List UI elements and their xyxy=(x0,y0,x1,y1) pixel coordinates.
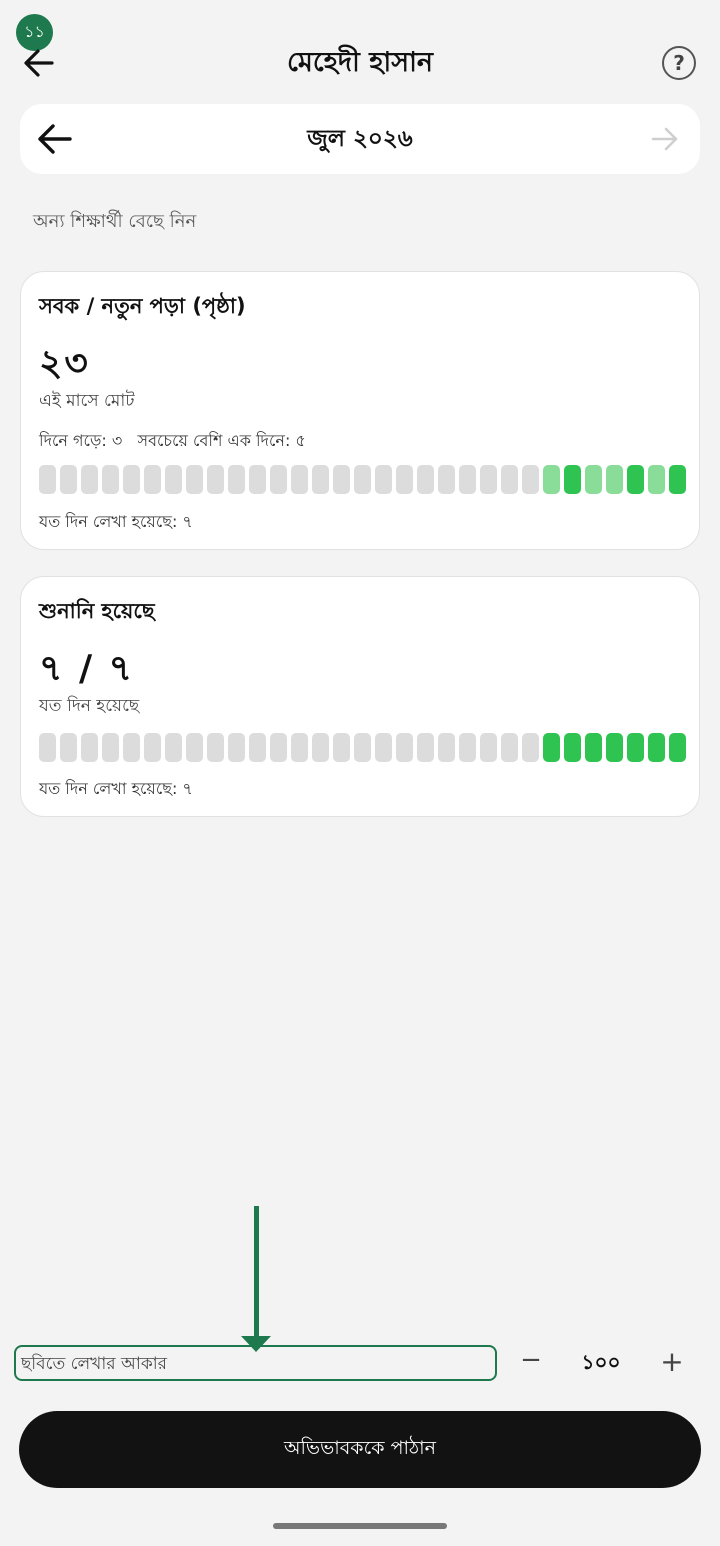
day-bar xyxy=(564,733,581,762)
day-bar xyxy=(522,733,539,762)
day-bar xyxy=(165,465,182,494)
day-bar xyxy=(375,733,392,762)
pointer-arrow xyxy=(254,1206,259,1340)
day-bar xyxy=(312,733,329,762)
day-bar xyxy=(606,733,623,762)
choose-student-link[interactable]: অন্য শিক্ষার্থী বেছে নিন xyxy=(33,207,196,238)
day-bar xyxy=(60,733,77,762)
day-bar xyxy=(144,733,161,762)
day-bar xyxy=(669,465,686,494)
send-to-guardian-button[interactable]: অভিভাবককে পাঠান xyxy=(19,1411,701,1488)
day-bar xyxy=(564,465,581,494)
month-label: জুল ২০২৬ xyxy=(307,126,413,152)
day-bar xyxy=(501,733,518,762)
day-bar xyxy=(333,465,350,494)
day-bar xyxy=(543,465,560,494)
day-bar xyxy=(417,465,434,494)
day-bar xyxy=(60,465,77,494)
day-bar xyxy=(459,733,476,762)
day-bar xyxy=(249,733,266,762)
day-bar xyxy=(396,733,413,762)
day-bar xyxy=(39,465,56,494)
day-bars xyxy=(39,733,686,762)
card-title: সবক / নতুন পড়া (পৃষ্ঠা) xyxy=(39,294,246,318)
total-caption: এই মাসে মোট xyxy=(39,391,135,411)
day-bar xyxy=(606,465,623,494)
day-bar xyxy=(207,733,224,762)
day-bar xyxy=(354,465,371,494)
day-bar xyxy=(228,733,245,762)
day-bar xyxy=(627,465,644,494)
day-bar xyxy=(291,465,308,494)
day-bar xyxy=(501,465,518,494)
total-caption: যত দিন হয়েছে xyxy=(39,696,140,716)
day-bar xyxy=(543,733,560,762)
day-bar xyxy=(480,733,497,762)
day-bar xyxy=(144,465,161,494)
day-bar xyxy=(333,733,350,762)
day-bar xyxy=(438,465,455,494)
day-bar xyxy=(81,465,98,494)
day-bar xyxy=(228,465,245,494)
home-indicator xyxy=(273,1523,447,1529)
day-bar xyxy=(291,733,308,762)
day-bar xyxy=(585,733,602,762)
card-title: শুনানি হয়েছে xyxy=(39,599,155,623)
days-written: যত দিন লেখা হয়েছে: ৭ xyxy=(39,512,193,531)
day-bar xyxy=(522,465,539,494)
day-bar xyxy=(207,465,224,494)
text-size-label: ছবিতে লেখার আকার xyxy=(14,1345,497,1381)
sabak-card: সবক / নতুন পড়া (পৃষ্ঠা) ২৩ এই মাসে মোট … xyxy=(20,271,700,550)
day-bar xyxy=(480,465,497,494)
day-bar xyxy=(81,733,98,762)
day-bar xyxy=(375,465,392,494)
day-bar xyxy=(102,733,119,762)
day-bar xyxy=(123,465,140,494)
day-bar xyxy=(459,465,476,494)
day-bar xyxy=(585,465,602,494)
text-size-value: ১০০ xyxy=(581,1350,621,1374)
day-bar xyxy=(417,733,434,762)
day-bar xyxy=(396,465,413,494)
next-month-button[interactable] xyxy=(650,124,680,154)
page-title: মেহেদী হাসান xyxy=(286,47,434,78)
day-bar xyxy=(186,733,203,762)
day-bar xyxy=(354,733,371,762)
day-bar xyxy=(270,465,287,494)
day-bar xyxy=(270,733,287,762)
day-bar xyxy=(627,733,644,762)
day-bar xyxy=(123,733,140,762)
decrease-size-button[interactable]: − xyxy=(518,1345,544,1379)
increase-size-button[interactable]: + xyxy=(658,1345,686,1379)
arrow-right-icon xyxy=(651,127,678,151)
day-bar xyxy=(669,733,686,762)
stats-text: দিনে গড়ে: ৩ সবচেয়ে বেশি এক দিনে: ৫ xyxy=(39,431,306,450)
day-bar xyxy=(165,733,182,762)
help-button[interactable]: ? xyxy=(662,46,696,80)
day-bar xyxy=(648,465,665,494)
day-bar xyxy=(312,465,329,494)
day-bar xyxy=(648,733,665,762)
day-bar xyxy=(186,465,203,494)
day-bar xyxy=(249,465,266,494)
days-written: যত দিন লেখা হয়েছে: ৭ xyxy=(39,779,193,798)
total-value: ২৩ xyxy=(39,343,90,384)
day-bar xyxy=(39,733,56,762)
total-value: ৭ / ৭ xyxy=(39,648,135,689)
day-bar xyxy=(102,465,119,494)
shunani-card: শুনানি হয়েছে ৭ / ৭ যত দিন হয়েছে যত দিন… xyxy=(20,576,700,817)
help-icon: ? xyxy=(673,51,685,75)
day-bars xyxy=(39,465,686,494)
day-bar xyxy=(438,733,455,762)
